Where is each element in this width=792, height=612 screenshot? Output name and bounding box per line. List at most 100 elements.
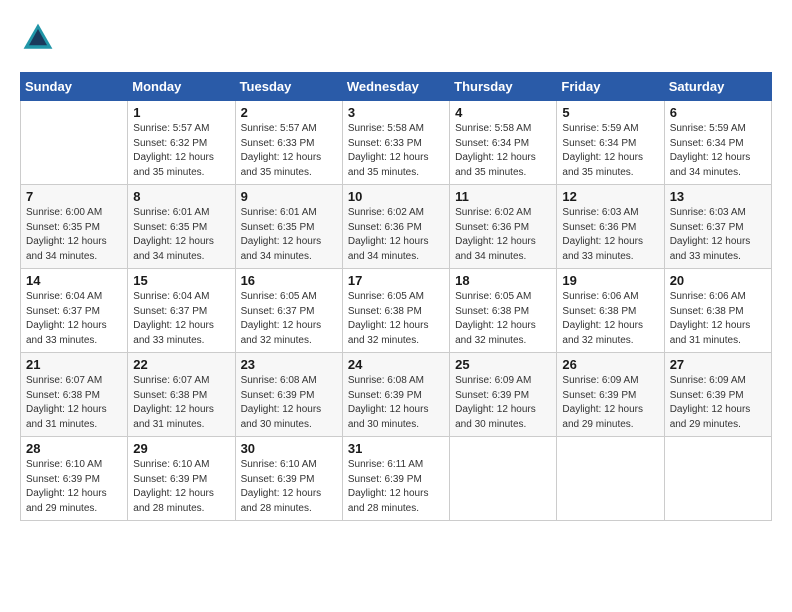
daylight-text: Daylight: 12 hours and 33 minutes. [562,236,643,262]
day-number: 20 [670,273,766,288]
day-info: Sunrise: 6:09 AM Sunset: 6:39 PM Dayligh… [670,374,766,432]
sunrise-text: Sunrise: 6:08 AM [348,375,424,386]
daylight-text: Daylight: 12 hours and 35 minutes. [241,152,322,178]
calendar-week-row: 28 Sunrise: 6:10 AM Sunset: 6:39 PM Dayl… [21,437,772,521]
sunrise-text: Sunrise: 6:10 AM [26,459,102,470]
day-number: 7 [26,189,122,204]
sunrise-text: Sunrise: 6:04 AM [133,291,209,302]
day-number: 28 [26,441,122,456]
day-number: 1 [133,105,229,120]
day-info: Sunrise: 6:05 AM Sunset: 6:38 PM Dayligh… [348,290,444,348]
daylight-text: Daylight: 12 hours and 29 minutes. [562,404,643,430]
sunrise-text: Sunrise: 5:58 AM [348,123,424,134]
day-info: Sunrise: 6:05 AM Sunset: 6:38 PM Dayligh… [455,290,551,348]
calendar-cell: 22 Sunrise: 6:07 AM Sunset: 6:38 PM Dayl… [128,353,235,437]
day-info: Sunrise: 6:02 AM Sunset: 6:36 PM Dayligh… [455,206,551,264]
calendar-cell: 24 Sunrise: 6:08 AM Sunset: 6:39 PM Dayl… [342,353,449,437]
calendar-cell: 31 Sunrise: 6:11 AM Sunset: 6:39 PM Dayl… [342,437,449,521]
day-number: 19 [562,273,658,288]
day-number: 17 [348,273,444,288]
sunset-text: Sunset: 6:32 PM [133,138,207,149]
day-number: 30 [241,441,337,456]
sunrise-text: Sunrise: 6:09 AM [562,375,638,386]
daylight-text: Daylight: 12 hours and 35 minutes. [455,152,536,178]
sunrise-text: Sunrise: 6:01 AM [133,207,209,218]
page-header [20,20,772,56]
calendar-cell: 21 Sunrise: 6:07 AM Sunset: 6:38 PM Dayl… [21,353,128,437]
sunrise-text: Sunrise: 6:02 AM [348,207,424,218]
sunset-text: Sunset: 6:38 PM [26,390,100,401]
calendar-cell [450,437,557,521]
day-number: 29 [133,441,229,456]
sunrise-text: Sunrise: 6:06 AM [670,291,746,302]
daylight-text: Daylight: 12 hours and 35 minutes. [133,152,214,178]
day-number: 22 [133,357,229,372]
calendar-cell: 17 Sunrise: 6:05 AM Sunset: 6:38 PM Dayl… [342,269,449,353]
daylight-text: Daylight: 12 hours and 35 minutes. [562,152,643,178]
daylight-text: Daylight: 12 hours and 32 minutes. [562,320,643,346]
calendar-week-row: 1 Sunrise: 5:57 AM Sunset: 6:32 PM Dayli… [21,101,772,185]
calendar-cell: 5 Sunrise: 5:59 AM Sunset: 6:34 PM Dayli… [557,101,664,185]
day-info: Sunrise: 6:10 AM Sunset: 6:39 PM Dayligh… [26,458,122,516]
calendar-cell: 25 Sunrise: 6:09 AM Sunset: 6:39 PM Dayl… [450,353,557,437]
calendar-cell: 13 Sunrise: 6:03 AM Sunset: 6:37 PM Dayl… [664,185,771,269]
day-info: Sunrise: 6:01 AM Sunset: 6:35 PM Dayligh… [241,206,337,264]
day-number: 26 [562,357,658,372]
calendar-cell: 29 Sunrise: 6:10 AM Sunset: 6:39 PM Dayl… [128,437,235,521]
daylight-text: Daylight: 12 hours and 31 minutes. [133,404,214,430]
daylight-text: Daylight: 12 hours and 33 minutes. [670,236,751,262]
day-info: Sunrise: 6:02 AM Sunset: 6:36 PM Dayligh… [348,206,444,264]
sunrise-text: Sunrise: 6:01 AM [241,207,317,218]
logo-icon [20,20,56,56]
day-info: Sunrise: 6:11 AM Sunset: 6:39 PM Dayligh… [348,458,444,516]
sunset-text: Sunset: 6:38 PM [348,306,422,317]
day-number: 24 [348,357,444,372]
calendar-cell: 4 Sunrise: 5:58 AM Sunset: 6:34 PM Dayli… [450,101,557,185]
sunset-text: Sunset: 6:38 PM [562,306,636,317]
daylight-text: Daylight: 12 hours and 33 minutes. [26,320,107,346]
day-info: Sunrise: 5:59 AM Sunset: 6:34 PM Dayligh… [670,122,766,180]
sunset-text: Sunset: 6:38 PM [133,390,207,401]
daylight-text: Daylight: 12 hours and 32 minutes. [455,320,536,346]
day-info: Sunrise: 6:01 AM Sunset: 6:35 PM Dayligh… [133,206,229,264]
calendar-cell [21,101,128,185]
column-header-sunday: Sunday [21,73,128,101]
calendar-week-row: 21 Sunrise: 6:07 AM Sunset: 6:38 PM Dayl… [21,353,772,437]
sunrise-text: Sunrise: 6:09 AM [455,375,531,386]
daylight-text: Daylight: 12 hours and 30 minutes. [348,404,429,430]
calendar-cell: 7 Sunrise: 6:00 AM Sunset: 6:35 PM Dayli… [21,185,128,269]
logo [20,20,60,56]
sunset-text: Sunset: 6:39 PM [670,390,744,401]
daylight-text: Daylight: 12 hours and 34 minutes. [348,236,429,262]
sunset-text: Sunset: 6:37 PM [241,306,315,317]
sunrise-text: Sunrise: 6:03 AM [670,207,746,218]
sunset-text: Sunset: 6:34 PM [455,138,529,149]
day-info: Sunrise: 5:57 AM Sunset: 6:33 PM Dayligh… [241,122,337,180]
day-info: Sunrise: 6:07 AM Sunset: 6:38 PM Dayligh… [26,374,122,432]
day-number: 12 [562,189,658,204]
calendar-cell: 30 Sunrise: 6:10 AM Sunset: 6:39 PM Dayl… [235,437,342,521]
calendar-cell: 18 Sunrise: 6:05 AM Sunset: 6:38 PM Dayl… [450,269,557,353]
sunrise-text: Sunrise: 6:06 AM [562,291,638,302]
day-number: 18 [455,273,551,288]
sunset-text: Sunset: 6:36 PM [455,222,529,233]
day-number: 10 [348,189,444,204]
sunrise-text: Sunrise: 6:05 AM [241,291,317,302]
sunset-text: Sunset: 6:37 PM [670,222,744,233]
calendar-cell: 8 Sunrise: 6:01 AM Sunset: 6:35 PM Dayli… [128,185,235,269]
daylight-text: Daylight: 12 hours and 34 minutes. [670,152,751,178]
sunset-text: Sunset: 6:35 PM [133,222,207,233]
sunrise-text: Sunrise: 6:08 AM [241,375,317,386]
calendar-week-row: 7 Sunrise: 6:00 AM Sunset: 6:35 PM Dayli… [21,185,772,269]
day-number: 11 [455,189,551,204]
calendar-cell: 12 Sunrise: 6:03 AM Sunset: 6:36 PM Dayl… [557,185,664,269]
day-info: Sunrise: 6:04 AM Sunset: 6:37 PM Dayligh… [26,290,122,348]
daylight-text: Daylight: 12 hours and 28 minutes. [241,488,322,514]
calendar-cell: 11 Sunrise: 6:02 AM Sunset: 6:36 PM Dayl… [450,185,557,269]
column-header-tuesday: Tuesday [235,73,342,101]
sunset-text: Sunset: 6:39 PM [348,390,422,401]
day-number: 9 [241,189,337,204]
day-info: Sunrise: 6:10 AM Sunset: 6:39 PM Dayligh… [241,458,337,516]
sunrise-text: Sunrise: 6:07 AM [133,375,209,386]
calendar-cell: 28 Sunrise: 6:10 AM Sunset: 6:39 PM Dayl… [21,437,128,521]
